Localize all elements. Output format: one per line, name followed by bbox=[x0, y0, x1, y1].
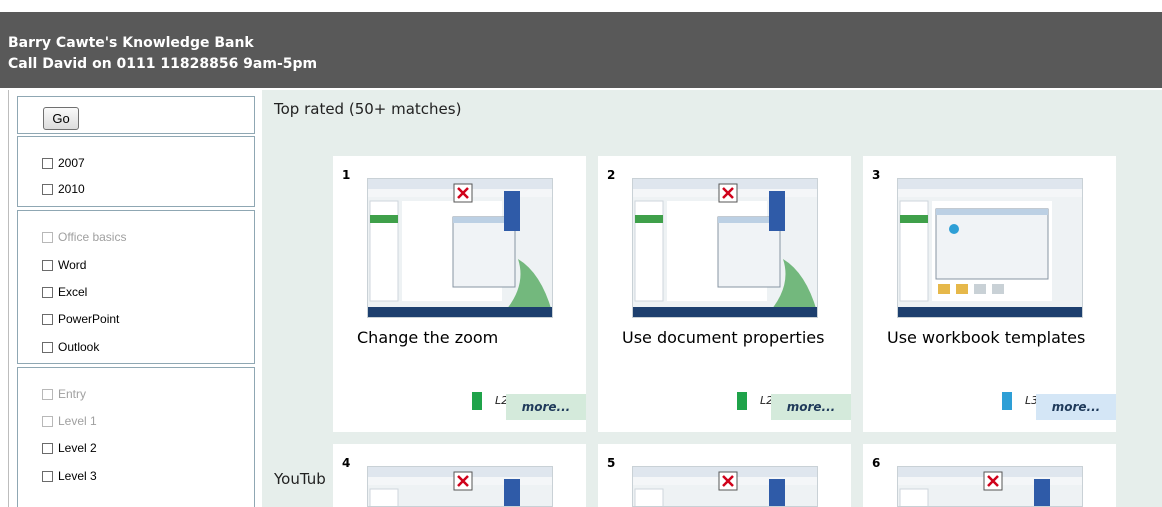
card-thumbnail[interactable] bbox=[897, 178, 1083, 318]
card-number: 3 bbox=[872, 168, 881, 182]
checkbox-icon[interactable] bbox=[42, 342, 53, 353]
card-thumbnail[interactable] bbox=[367, 466, 553, 507]
checkbox-icon[interactable] bbox=[42, 184, 53, 195]
app-filter: Office basics Word Excel PowerPoint Outl… bbox=[17, 210, 255, 364]
card-thumbnail[interactable] bbox=[367, 178, 553, 318]
checkbox-icon[interactable] bbox=[42, 260, 53, 271]
checkbox-icon[interactable] bbox=[42, 287, 53, 298]
card-title[interactable]: Change the zoom bbox=[357, 326, 567, 350]
checkbox-icon bbox=[42, 416, 53, 427]
checkbox-icon bbox=[42, 232, 53, 243]
more-button[interactable]: more... bbox=[1036, 394, 1116, 420]
checkbox-level-3[interactable]: Level 3 bbox=[42, 469, 97, 485]
result-card-1[interactable]: 1 Change the zoom L2 more... bbox=[333, 156, 586, 432]
checkbox-icon bbox=[42, 389, 53, 400]
checkbox-powerpoint[interactable]: PowerPoint bbox=[42, 312, 119, 328]
card-number: 2 bbox=[607, 168, 616, 182]
result-card-5[interactable]: 5 bbox=[598, 444, 851, 507]
card-title[interactable]: Use workbook templates bbox=[887, 326, 1097, 350]
results-area: Top rated (50+ matches) YouTub 1 Change … bbox=[262, 90, 1162, 507]
card-number: 4 bbox=[342, 456, 351, 470]
checkbox-excel[interactable]: Excel bbox=[42, 285, 87, 301]
checkbox-level-2[interactable]: Level 2 bbox=[42, 441, 97, 457]
checkbox-entry: Entry bbox=[42, 387, 86, 403]
contact-line: Call David on 0111 11828856 9am-5pm bbox=[8, 56, 318, 72]
result-card-4[interactable]: 4 bbox=[333, 444, 586, 507]
filter-sidebar: Go 2007 2010 Office basics Word Excel Po… bbox=[8, 90, 261, 507]
checkbox-2007[interactable]: 2007 bbox=[42, 156, 85, 172]
go-box: Go bbox=[17, 96, 255, 134]
version-filter: 2007 2010 bbox=[17, 136, 255, 207]
result-card-3[interactable]: 3 Use workbook templates L3 more... bbox=[863, 156, 1116, 432]
card-number: 1 bbox=[342, 168, 351, 182]
result-card-2[interactable]: 2 Use document properties L2 more... bbox=[598, 156, 851, 432]
card-thumbnail[interactable] bbox=[897, 466, 1083, 507]
level-color-marker bbox=[1002, 392, 1012, 410]
checkbox-icon[interactable] bbox=[42, 314, 53, 325]
next-section-title: YouTub bbox=[274, 470, 326, 488]
card-title[interactable]: Use document properties bbox=[622, 326, 832, 350]
site-title: Barry Cawte's Knowledge Bank bbox=[8, 35, 254, 51]
site-header: Barry Cawte's Knowledge Bank Call David … bbox=[0, 12, 1162, 88]
checkbox-icon[interactable] bbox=[42, 158, 53, 169]
more-button[interactable]: more... bbox=[771, 394, 851, 420]
checkbox-word[interactable]: Word bbox=[42, 258, 86, 274]
checkbox-office-basics: Office basics bbox=[42, 230, 126, 246]
more-button[interactable]: more... bbox=[506, 394, 586, 420]
go-button[interactable]: Go bbox=[43, 107, 79, 130]
checkbox-level-1: Level 1 bbox=[42, 414, 97, 430]
checkbox-icon[interactable] bbox=[42, 471, 53, 482]
level-color-marker bbox=[737, 392, 747, 410]
result-card-6[interactable]: 6 bbox=[863, 444, 1116, 507]
checkbox-outlook[interactable]: Outlook bbox=[42, 340, 99, 356]
checkbox-2010[interactable]: 2010 bbox=[42, 182, 85, 198]
card-number: 5 bbox=[607, 456, 616, 470]
level-color-marker bbox=[472, 392, 482, 410]
card-number: 6 bbox=[872, 456, 881, 470]
level-filter: Entry Level 1 Level 2 Level 3 bbox=[17, 367, 255, 507]
checkbox-icon[interactable] bbox=[42, 443, 53, 454]
card-thumbnail[interactable] bbox=[632, 466, 818, 507]
card-thumbnail[interactable] bbox=[632, 178, 818, 318]
section-title: Top rated (50+ matches) bbox=[274, 100, 462, 118]
